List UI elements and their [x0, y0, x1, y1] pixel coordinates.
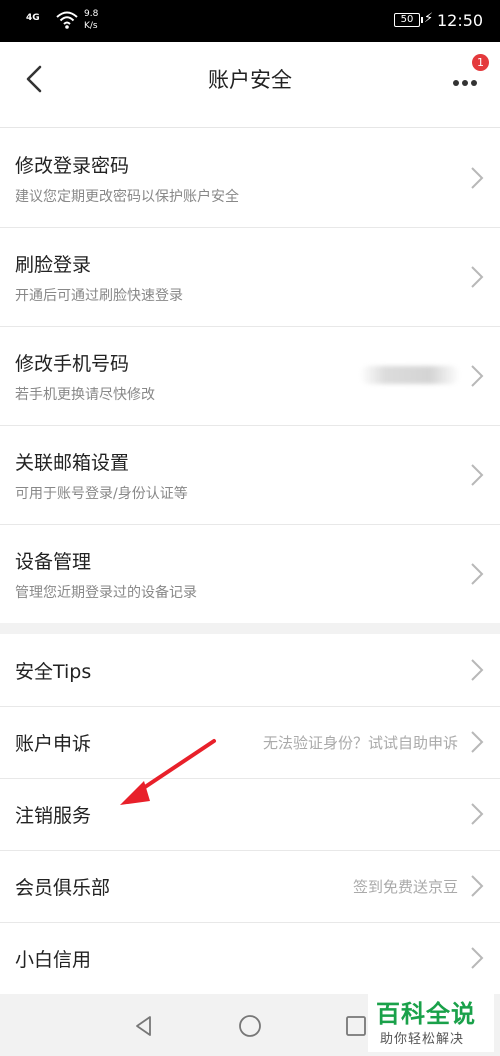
- chevron-right-icon: [471, 659, 484, 681]
- watermark-subtitle: 助你轻松解决: [380, 1032, 465, 1047]
- list-item-member-club[interactable]: 会员俱乐部 签到免费送京豆: [0, 850, 500, 922]
- item-title: 注销服务: [15, 805, 92, 827]
- battery-icon: 50: [394, 13, 423, 27]
- annotation-arrow-icon: [120, 739, 216, 805]
- clock: 12:50: [437, 11, 484, 30]
- item-hint: 无法验证身份？试试自助申诉: [262, 734, 458, 752]
- list-item-cancel-account[interactable]: 注销服务: [0, 778, 500, 850]
- list-item-change-phone[interactable]: 修改手机号码 若手机更换请尽快修改: [0, 326, 500, 425]
- page-title: 账户安全: [208, 68, 292, 92]
- item-title: 账户申诉: [15, 733, 92, 755]
- item-subtitle: 若手机更换请尽快修改: [15, 387, 155, 403]
- list-item-xiaobai-credit[interactable]: 小白信用: [0, 922, 500, 994]
- signal-indicator: 4G: [26, 13, 40, 23]
- back-button[interactable]: [18, 62, 52, 96]
- top-nav-bar: 账户安全 1: [0, 42, 500, 128]
- chevron-right-icon: [471, 875, 484, 897]
- chevron-right-icon: [471, 167, 484, 189]
- battery-level: 50: [400, 14, 414, 25]
- list-item-account-appeal[interactable]: 账户申诉 无法验证身份？试试自助申诉: [0, 706, 500, 778]
- list-item-change-password[interactable]: 修改登录密码 建议您定期更改密码以保护账户安全: [0, 128, 500, 227]
- back-triangle-icon[interactable]: [132, 1014, 156, 1038]
- chevron-right-icon: [471, 947, 484, 969]
- home-circle-icon[interactable]: [238, 1014, 262, 1038]
- charging-icon: ⚡: [424, 11, 434, 26]
- wifi-icon: [56, 11, 78, 29]
- watermark-title: 百科全说: [376, 1000, 476, 1028]
- network-speed: 9.8 K/s: [84, 9, 99, 31]
- recents-square-icon[interactable]: [344, 1014, 368, 1038]
- status-bar: 4G 9.8 K/s 50 ⚡ 12:50: [0, 0, 500, 42]
- list-item-device-management[interactable]: 设备管理 管理您近期登录过的设备记录: [0, 524, 500, 623]
- notification-badge: 1: [472, 54, 489, 71]
- account-services-list: 安全Tips 账户申诉 无法验证身份？试试自助申诉 注销服务 会员俱乐部 签到免…: [0, 634, 500, 994]
- item-subtitle: 建议您定期更改密码以保护账户安全: [15, 189, 239, 205]
- item-title: 安全Tips: [15, 661, 92, 683]
- chevron-right-icon: [471, 464, 484, 486]
- item-hint: 签到免费送京豆: [352, 878, 458, 896]
- list-item-face-login[interactable]: 刷脸登录 开通后可通过刷脸快速登录: [0, 227, 500, 326]
- chevron-right-icon: [471, 365, 484, 387]
- item-subtitle: 开通后可通过刷脸快速登录: [15, 288, 183, 304]
- chevron-right-icon: [471, 563, 484, 585]
- item-title: 修改手机号码: [15, 353, 130, 375]
- item-title: 刷脸登录: [15, 254, 92, 276]
- item-title: 小白信用: [15, 949, 92, 971]
- item-subtitle: 可用于账号登录/身份认证等: [15, 486, 188, 502]
- item-title: 设备管理: [15, 551, 92, 573]
- chevron-right-icon: [471, 731, 484, 753]
- masked-phone-number: [360, 366, 460, 384]
- item-subtitle: 管理您近期登录过的设备记录: [15, 585, 197, 601]
- item-title: 关联邮箱设置: [15, 452, 130, 474]
- item-title: 会员俱乐部: [15, 877, 111, 899]
- item-title: 修改登录密码: [15, 155, 130, 177]
- chevron-right-icon: [471, 803, 484, 825]
- watermark-logo: 百科全说 助你轻松解决: [368, 992, 494, 1052]
- chevron-right-icon: [471, 266, 484, 288]
- security-settings-list: 修改登录密码 建议您定期更改密码以保护账户安全 刷脸登录 开通后可通过刷脸快速登…: [0, 128, 500, 623]
- list-item-email-settings[interactable]: 关联邮箱设置 可用于账号登录/身份认证等: [0, 425, 500, 524]
- list-item-security-tips[interactable]: 安全Tips: [0, 634, 500, 706]
